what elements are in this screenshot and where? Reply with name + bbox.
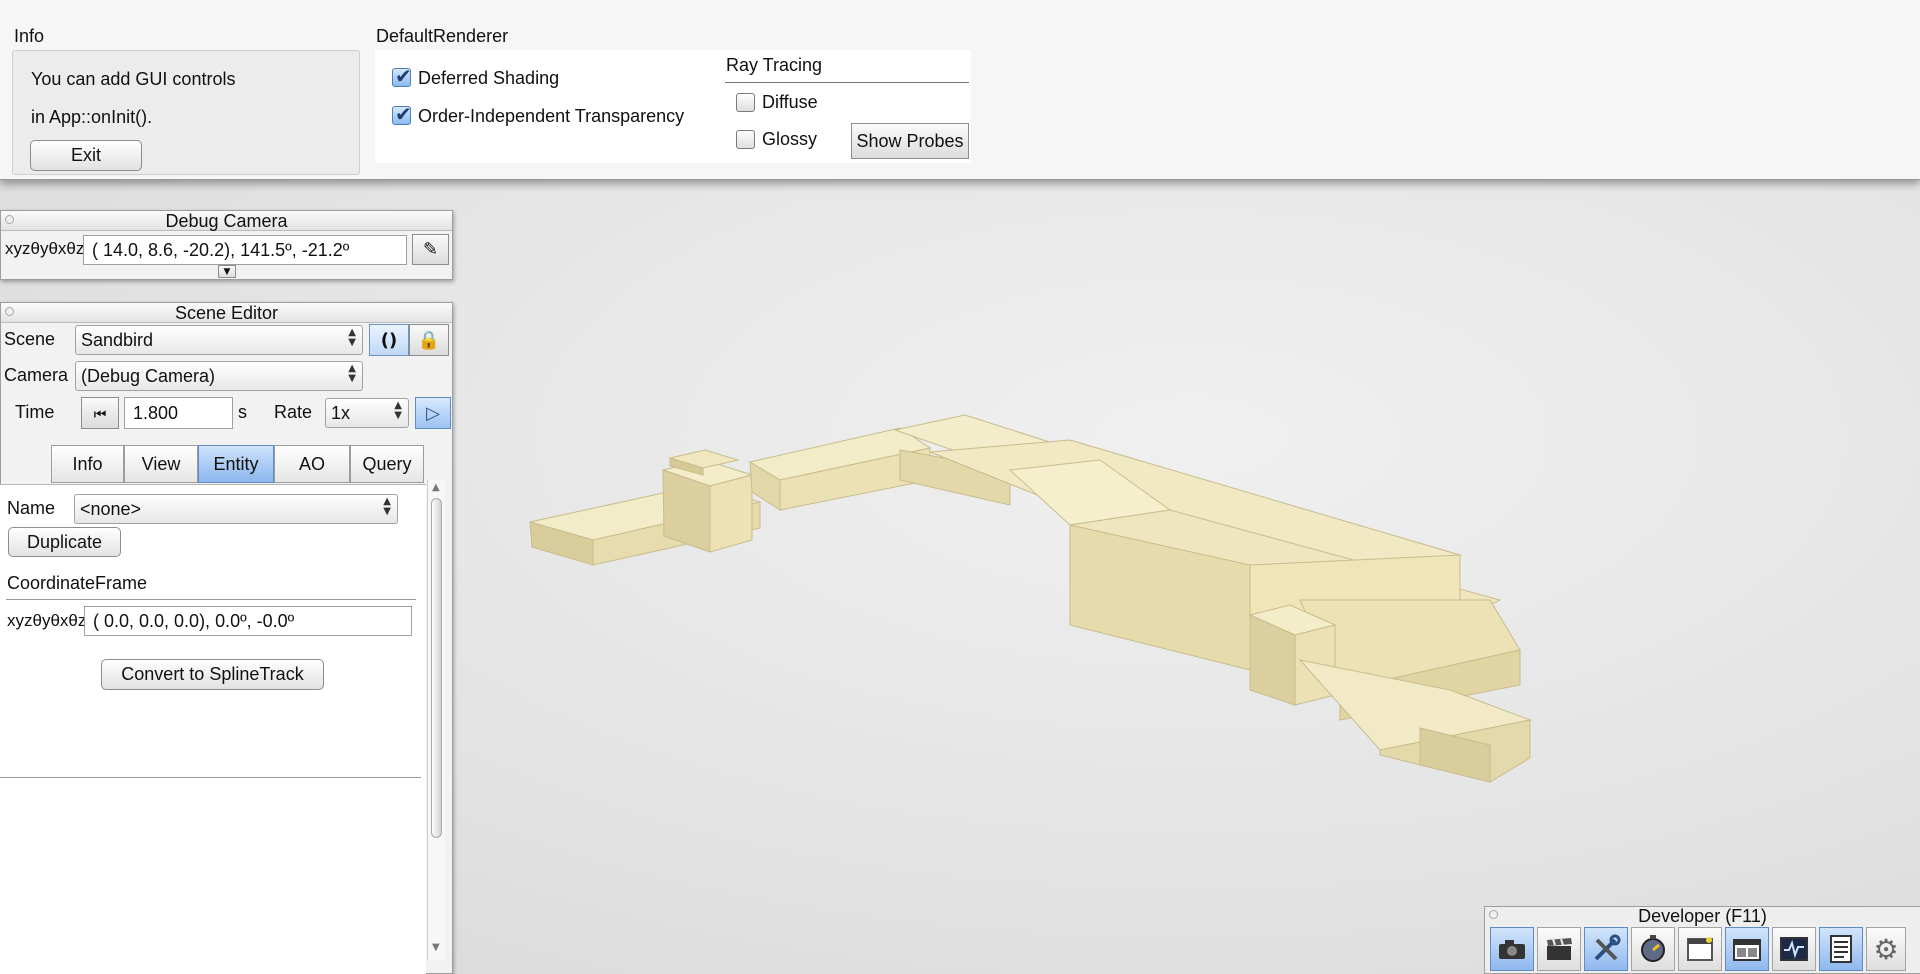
close-icon[interactable] [5,215,14,224]
duplicate-button[interactable]: Duplicate [8,527,121,557]
scene-editor-icon [1733,939,1761,961]
info-section-title: Info [14,26,45,46]
debug-camera-panel: Debug Camera xyzθyθxθz ( 14.0, 8.6, -20.… [0,210,453,280]
checkmark-icon: ✔ [395,102,412,126]
camera-frame-label: xyzθyθxθz [5,239,85,258]
scene-label: Scene [4,329,56,349]
renderer-box: ✔ Deferred Shading ✔ Order-Independent T… [375,50,971,163]
sandbird-blocks [529,414,1532,783]
scroll-down-icon[interactable]: ▼ [432,942,440,953]
rewind-button[interactable]: ⏮ [81,397,119,429]
scene-editor-button[interactable] [1725,927,1769,971]
clapperboard-icon [1547,938,1572,960]
entity-name-label: Name [7,498,56,518]
oit-checkbox[interactable]: ✔ [392,102,412,126]
oit-label: Order-Independent Transparency [418,106,685,126]
dropdown-arrows-icon: ▲ ▼ [383,496,391,517]
settings-gear-icon: ⚙ [1873,932,1899,966]
tools-button[interactable] [1584,927,1628,971]
expand-button[interactable]: ▼ [218,265,236,278]
window-button[interactable] [1678,927,1722,971]
dropdown-arrows-icon: ▲ ▼ [348,363,356,384]
diffuse-label: Diffuse [762,92,818,112]
time-label: Time [15,402,55,422]
entity-name-value: <none> [80,499,142,519]
entity-frame-field[interactable]: ( 0.0, 0.0, 0.0), 0.0º, -0.0º [84,606,412,636]
tab-ao[interactable]: AO [274,445,350,483]
camera-dropdown[interactable]: (Debug Camera) ▲ ▼ [75,361,363,391]
lock-scene-button[interactable]: 🔒 [409,324,449,356]
window-icon [1687,937,1713,961]
info-line-1: You can add GUI controls [31,69,236,89]
top-toolbar: Info You can add GUI controls in App::on… [0,0,1920,180]
close-icon[interactable] [5,307,14,316]
scroll-thumb[interactable] [431,498,442,838]
deferred-shading-label: Deferred Shading [418,68,560,88]
entity-tab-pane: Name <none> ▲ ▼ Duplicate CoordinateFrame… [0,484,426,974]
settings-button[interactable]: ⚙ [1866,927,1906,971]
glossy-checkbox[interactable] [736,130,755,149]
stopwatch-icon [1641,935,1665,962]
camera-dropdown-value: (Debug Camera) [81,366,216,386]
profiler-icon [1780,937,1808,961]
rate-dropdown-value: 1x [331,403,351,423]
scene-editor-scrollbar[interactable]: ▲ ▼ [427,480,445,960]
tab-entity[interactable]: Entity [198,445,274,483]
developer-title: Developer (F11) [1638,906,1767,926]
rate-dropdown[interactable]: 1x ▲ ▼ [325,398,409,428]
time-unit-label: s [238,402,247,422]
info-box: You can add GUI controls in App::onInit(… [12,50,360,175]
checkmark-icon: ✔ [395,64,412,88]
video-button[interactable] [1537,927,1581,971]
stopwatch-button[interactable] [1631,927,1675,971]
ray-tracing-title: Ray Tracing [726,55,823,75]
entity-name-dropdown[interactable]: <none> ▲ ▼ [74,494,398,524]
scroll-up-icon[interactable]: ▲ [432,482,440,493]
dropdown-arrows-icon: ▲ ▼ [348,327,356,348]
tab-view[interactable]: View [124,445,198,483]
play-icon: ▷ [426,403,440,424]
debug-camera-title[interactable]: Debug Camera [1,211,452,231]
console-button[interactable] [1819,927,1863,971]
camera-frame-field[interactable]: ( 14.0, 8.6, -20.2), 141.5º, -21.2º [83,235,407,265]
clipboard-icon: ✎ [422,239,439,260]
coordinate-frame-divider [6,599,416,600]
rate-label: Rate [274,402,313,422]
scene-dropdown-value: Sandbird [81,330,154,350]
scene-dropdown[interactable]: Sandbird ▲ ▼ [75,325,363,355]
tools-icon [1594,934,1621,961]
chevron-down-icon: ▼ [223,267,231,277]
play-button[interactable]: ▷ [415,397,451,429]
profiler-button[interactable] [1772,927,1816,971]
camera-label: Camera [4,365,69,385]
show-probes-button[interactable]: Show Probes [851,123,969,159]
dropdown-arrows-icon: ▲ ▼ [394,400,402,421]
reload-scene-button[interactable]: () [369,324,409,356]
coordinate-frame-title: CoordinateFrame [7,573,148,593]
console-icon [1830,935,1852,963]
glossy-label: Glossy [762,129,818,149]
camera-icon [1499,940,1525,959]
exit-button[interactable]: Exit [30,140,142,171]
info-line-2: in App::onInit(). [31,107,153,127]
entity-frame-label: xyzθyθxθz [7,611,87,630]
tab-info[interactable]: Info [51,445,124,483]
ray-tracing-divider [725,82,969,83]
tab-query[interactable]: Query [350,445,424,483]
developer-panel: Developer (F11) ⚙ [1484,906,1920,974]
scene-editor-title[interactable]: Scene Editor [1,303,452,323]
lock-icon: 🔒 [417,330,441,351]
pane-divider [0,777,421,778]
diffuse-checkbox[interactable] [736,93,755,112]
rewind-icon: ⏮ [93,407,107,423]
reload-icon: () [380,330,398,351]
copy-frame-button[interactable]: ✎ [412,234,449,265]
time-field[interactable]: 1.800 [124,397,233,429]
deferred-shading-checkbox[interactable]: ✔ [392,64,412,88]
convert-to-splinetrack-button[interactable]: Convert to SplineTrack [101,659,324,690]
renderer-section-title: DefaultRenderer [376,26,509,46]
camera-button[interactable] [1490,927,1534,971]
